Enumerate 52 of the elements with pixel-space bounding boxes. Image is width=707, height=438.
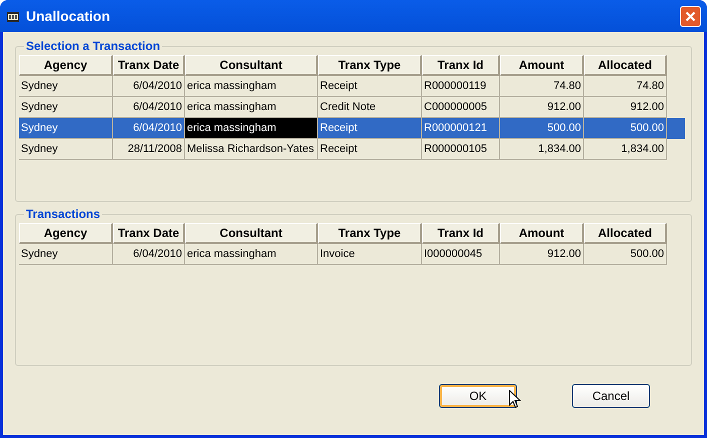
table-cell: Receipt bbox=[318, 118, 422, 139]
dialog-button[interactable]: Cancel bbox=[572, 384, 650, 408]
table-row[interactable]: Sydney 6/04/2010 erica massingham Receipt R000000121 500.00 500.00 bbox=[19, 118, 685, 139]
column-header[interactable]: Allocated bbox=[584, 55, 667, 76]
table-cell: 74.80 bbox=[584, 76, 667, 97]
table-cell: Sydney bbox=[19, 76, 113, 97]
table-cell: Invoice bbox=[318, 244, 422, 265]
table-cell: 500.00 bbox=[500, 118, 584, 139]
table-cell: 1,834.00 bbox=[500, 139, 584, 160]
column-header[interactable]: Tranx Type bbox=[318, 55, 422, 76]
cursor-icon bbox=[509, 390, 521, 409]
column-header[interactable]: Tranx Date bbox=[113, 223, 185, 244]
close-button[interactable] bbox=[680, 6, 701, 26]
window-title: Unallocation bbox=[26, 6, 110, 26]
dialog-button[interactable]: OK bbox=[439, 384, 517, 408]
column-header[interactable]: Tranx Id bbox=[422, 55, 500, 76]
column-header[interactable]: Tranx Date bbox=[113, 55, 185, 76]
column-header[interactable]: Amount bbox=[500, 223, 584, 244]
table-cell: 6/04/2010 bbox=[113, 244, 185, 265]
table-cell: Receipt bbox=[318, 76, 422, 97]
table-cell: R000000119 bbox=[422, 76, 500, 97]
table-row[interactable]: Sydney 6/04/2010 erica massingham Receipt R000000119 74.80 74.80 bbox=[19, 76, 685, 97]
table-cell: R000000121 bbox=[422, 118, 500, 139]
table-cell: 912.00 bbox=[500, 244, 584, 265]
column-header[interactable]: Agency bbox=[19, 223, 113, 244]
column-header[interactable]: Allocated bbox=[584, 223, 667, 244]
table-cell: Sydney bbox=[19, 118, 113, 139]
table-cell: 500.00 bbox=[584, 244, 667, 265]
column-header[interactable]: Consultant bbox=[185, 223, 318, 244]
column-header[interactable]: Consultant bbox=[185, 55, 318, 76]
table-cell: R000000105 bbox=[422, 139, 500, 160]
table-row[interactable]: Sydney 28/11/2008 Melissa Richardson-Yates Receipt R000000105 1,834.00 1,834.00 bbox=[19, 139, 685, 160]
table-cell: erica massingham bbox=[185, 118, 318, 139]
table-cell: Sydney bbox=[19, 244, 113, 265]
column-header[interactable]: Tranx Id bbox=[422, 223, 500, 244]
table-cell: erica massingham bbox=[185, 244, 318, 265]
table-cell: 28/11/2008 bbox=[113, 139, 185, 160]
table-cell: Receipt bbox=[318, 139, 422, 160]
column-header[interactable]: Agency bbox=[19, 55, 113, 76]
table-cell: erica massingham bbox=[185, 76, 318, 97]
close-icon bbox=[685, 10, 696, 22]
table-cell: Sydney bbox=[19, 139, 113, 160]
table-cell: Melissa Richardson-Yates bbox=[185, 139, 318, 160]
column-header[interactable]: Amount bbox=[500, 55, 584, 76]
table-cell: 74.80 bbox=[500, 76, 584, 97]
table-cell: I000000045 bbox=[422, 244, 500, 265]
table-cell: 1,834.00 bbox=[584, 139, 667, 160]
table-row[interactable]: Sydney 6/04/2010 erica massingham Invoice I000000045 912.00 500.00 bbox=[19, 244, 685, 265]
table-cell: 6/04/2010 bbox=[113, 76, 185, 97]
bank-icon bbox=[6, 10, 20, 22]
column-header[interactable]: Tranx Type bbox=[318, 223, 422, 244]
table-cell: 500.00 bbox=[584, 118, 667, 139]
